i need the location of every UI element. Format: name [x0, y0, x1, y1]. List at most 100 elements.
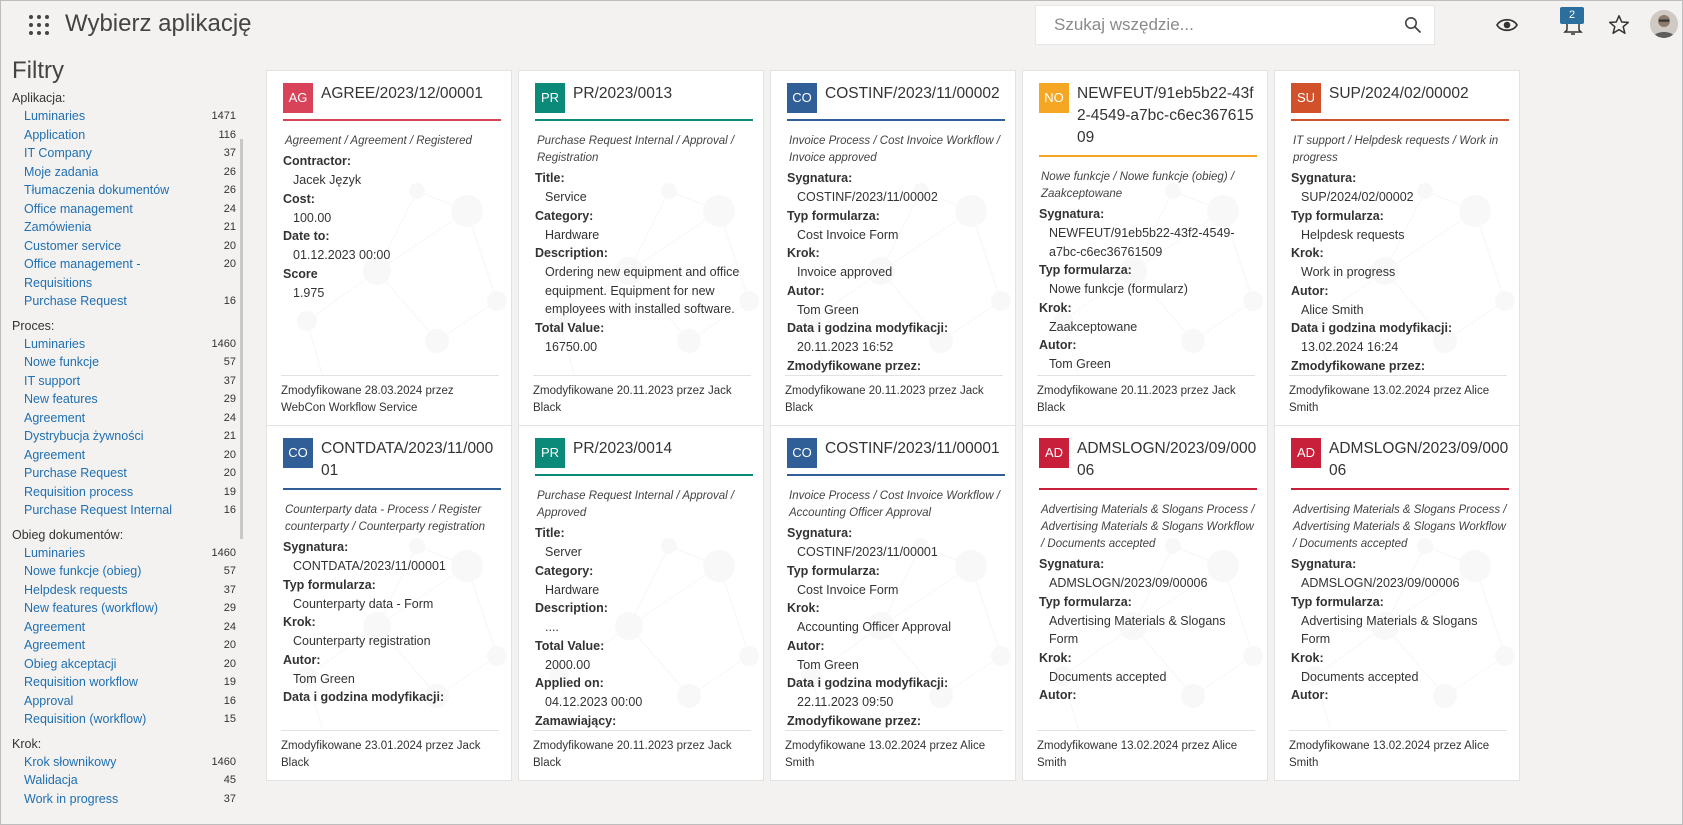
filter-item[interactable]: Office management - Requisitions 20 [12, 255, 236, 292]
instance-card[interactable]: AD ADMSLOGN/2023/09/00006 Advertising Ma… [1274, 425, 1520, 781]
filter-item-label[interactable]: Helpdesk requests [24, 581, 194, 600]
filter-item[interactable]: New features 29 [12, 390, 236, 409]
app-launcher-icon[interactable] [29, 15, 49, 35]
search-input[interactable] [1036, 6, 1396, 44]
instance-card[interactable]: SU SUP/2024/02/00002 IT support / Helpde… [1274, 70, 1520, 426]
filter-item-label[interactable]: Approval [24, 692, 194, 711]
star-icon[interactable] [1607, 13, 1631, 37]
filter-item[interactable]: Purchase Request 20 [12, 464, 236, 483]
filter-item[interactable]: IT support 37 [12, 372, 236, 391]
filter-item-label[interactable]: Nowe funkcje [24, 353, 194, 372]
filter-item-label[interactable]: Krok słownikowy [24, 753, 194, 772]
instance-card[interactable]: PR PR/2023/0013 Purchase Request Interna… [518, 70, 764, 426]
filter-item[interactable]: Purchase Request 16 [12, 292, 236, 311]
card-footer: Zmodyfikowane 23.01.2024 przez Jack Blac… [281, 730, 499, 780]
filter-item[interactable]: Agreement 24 [12, 409, 236, 428]
card-title-underline [1039, 155, 1257, 157]
filter-item[interactable]: Requisition process 19 [12, 483, 236, 502]
sidebar-scrollbar[interactable] [240, 139, 243, 539]
filter-item[interactable]: New features (workflow) 29 [12, 599, 236, 618]
filter-item[interactable]: Moje zadania 26 [12, 163, 236, 182]
filter-item[interactable]: Agreement 20 [12, 636, 236, 655]
filter-item[interactable]: Krok słownikowy 1460 [12, 753, 236, 772]
card-title[interactable]: ADMSLOGN/2023/09/00006 [1077, 438, 1257, 482]
filter-item-label[interactable]: Office management [24, 200, 194, 219]
filter-item[interactable]: Obieg akceptacji 20 [12, 655, 236, 674]
filter-item-label[interactable]: Customer service [24, 237, 194, 256]
filter-item[interactable]: Application 116 [12, 126, 236, 145]
card-title[interactable]: COSTINF/2023/11/00001 [825, 438, 1005, 468]
filter-item-label[interactable]: New features (workflow) [24, 599, 194, 618]
filter-item-label[interactable]: Agreement [24, 618, 194, 637]
filter-item-label[interactable]: Requisition process [24, 483, 194, 502]
filter-item[interactable]: Requisition (workflow) 15 [12, 710, 236, 729]
filter-item-label[interactable]: Zamówienia [24, 218, 194, 237]
card-title[interactable]: ADMSLOGN/2023/09/00006 [1329, 438, 1509, 482]
card-title[interactable]: PR/2023/0013 [573, 83, 753, 113]
instance-card[interactable]: CO CONTDATA/2023/11/00001 Counterparty d… [266, 425, 512, 781]
filter-item[interactable]: Agreement 24 [12, 618, 236, 637]
filter-item-label[interactable]: Requisition (workflow) [24, 710, 194, 729]
filter-item[interactable]: Helpdesk requests 37 [12, 581, 236, 600]
filter-item-label[interactable]: Office management - Requisitions [24, 255, 194, 292]
filter-item[interactable]: Tłumaczenia dokumentów 26 [12, 181, 236, 200]
instance-card[interactable]: NO NEWFEUT/91eb5b22-43f2-4549-a7bc-c6ec3… [1022, 70, 1268, 426]
card-title[interactable]: AGREE/2023/12/00001 [321, 83, 501, 113]
card-title[interactable]: COSTINF/2023/11/00002 [825, 83, 1005, 113]
filter-item[interactable]: Customer service 20 [12, 237, 236, 256]
filter-item-label[interactable]: Nowe funkcje (obieg) [24, 562, 194, 581]
field-label: Sygnatura: [283, 540, 349, 554]
instance-card[interactable]: AG AGREE/2023/12/00001 Agreement / Agree… [266, 70, 512, 426]
filter-item[interactable]: Agreement 20 [12, 446, 236, 465]
filter-item-label[interactable]: Requisition workflow [24, 673, 194, 692]
filter-item[interactable]: Approval 16 [12, 692, 236, 711]
filter-item[interactable]: Nowe funkcje (obieg) 57 [12, 562, 236, 581]
filter-item-label[interactable]: Purchase Request [24, 292, 194, 311]
filter-item[interactable]: Requisition workflow 19 [12, 673, 236, 692]
filter-item-label[interactable]: New features [24, 390, 194, 409]
instance-card[interactable]: AD ADMSLOGN/2023/09/00006 Advertising Ma… [1022, 425, 1268, 781]
filter-item[interactable]: Purchase Request Internal 16 [12, 501, 236, 520]
eye-icon[interactable] [1495, 13, 1519, 37]
filter-item-label[interactable]: IT Company [24, 144, 194, 163]
filter-item[interactable]: Luminaries 1460 [12, 544, 236, 563]
filter-item-label[interactable]: Work in progress [24, 790, 194, 809]
search-icon[interactable] [1404, 16, 1422, 34]
filter-item-label[interactable]: Application [24, 126, 194, 145]
instance-card[interactable]: PR PR/2023/0014 Purchase Request Interna… [518, 425, 764, 781]
filter-item[interactable]: Zamówienia 21 [12, 218, 236, 237]
filter-item-label[interactable]: Purchase Request [24, 464, 194, 483]
global-search[interactable] [1035, 5, 1435, 45]
filter-item-label[interactable]: Agreement [24, 409, 194, 428]
filter-item-label[interactable]: Tłumaczenia dokumentów [24, 181, 194, 200]
filter-item-label[interactable]: Obieg akceptacji [24, 655, 194, 674]
filter-item[interactable]: Work in progress 37 [12, 790, 236, 809]
filter-item-label[interactable]: Agreement [24, 446, 194, 465]
filter-item[interactable]: Office management 24 [12, 200, 236, 219]
filter-item-label[interactable]: Luminaries [24, 107, 194, 126]
filter-item-label[interactable]: Agreement [24, 636, 194, 655]
field-label: Typ formularza: [1291, 208, 1384, 223]
filter-item[interactable]: Walidacja 45 [12, 771, 236, 790]
filter-item-label[interactable]: Moje zadania [24, 163, 194, 182]
filter-item[interactable]: Luminaries 1471 [12, 107, 236, 126]
filter-item-label[interactable]: Luminaries [24, 335, 194, 354]
card-title[interactable]: SUP/2024/02/00002 [1329, 83, 1509, 113]
card-title[interactable]: CONTDATA/2023/11/00001 [321, 438, 501, 482]
filter-item-label[interactable]: IT support [24, 372, 194, 391]
filter-item[interactable]: Luminaries 1460 [12, 335, 236, 354]
card-title[interactable]: PR/2023/0014 [573, 438, 753, 468]
filter-item-label[interactable]: Dystrybucja żywności [24, 427, 194, 446]
filter-item[interactable]: Dystrybucja żywności 21 [12, 427, 236, 446]
user-avatar[interactable] [1650, 10, 1678, 38]
filter-item[interactable]: IT Company 37 [12, 144, 236, 163]
filter-item-label[interactable]: Walidacja [24, 771, 194, 790]
instance-card[interactable]: CO COSTINF/2023/11/00001 Invoice Process… [770, 425, 1016, 781]
filter-item[interactable]: Nowe funkcje 57 [12, 353, 236, 372]
filter-item-label[interactable]: Luminaries [24, 544, 194, 563]
instance-card[interactable]: CO COSTINF/2023/11/00002 Invoice Process… [770, 70, 1016, 426]
process-abbreviation-badge: PR [535, 438, 565, 468]
notification-badge[interactable]: 2 [1560, 7, 1584, 24]
filter-item-label[interactable]: Purchase Request Internal [24, 501, 194, 520]
card-title[interactable]: NEWFEUT/91eb5b22-43f2-4549-a7bc-c6ec3676… [1077, 83, 1257, 149]
